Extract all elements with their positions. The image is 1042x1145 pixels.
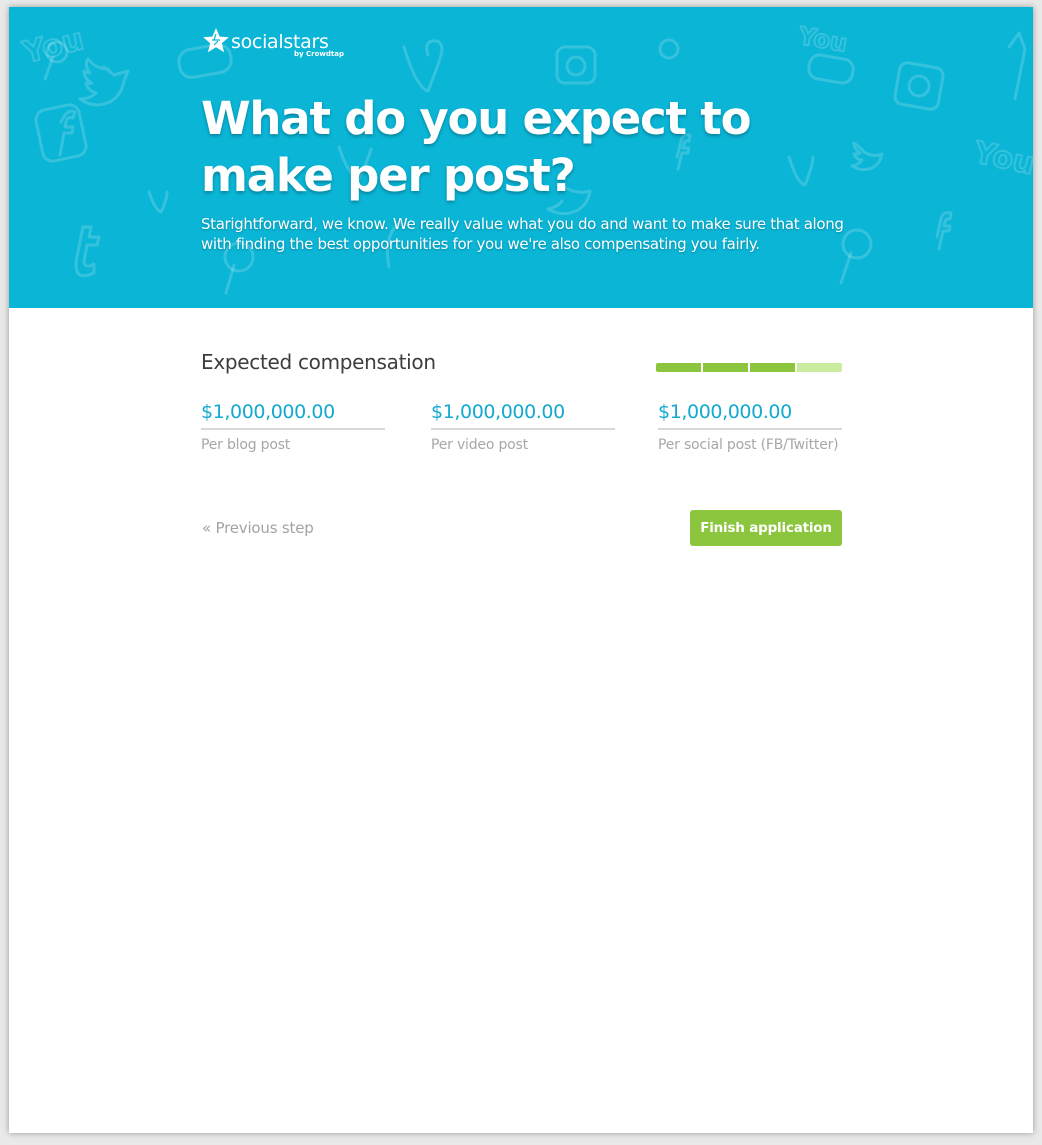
svg-text:You: You [796,22,850,58]
svg-text:You: You [970,135,1033,182]
video-post-input[interactable] [431,400,615,430]
svg-text:You: You [19,22,88,71]
social-post-label: Per social post (FB/Twitter) [658,437,839,453]
star-icon [203,28,229,53]
video-compensation-field: Per video post [431,400,615,453]
section-title: Expected compensation [201,350,436,374]
tumblr-icon [74,225,101,278]
facebook-icon [34,103,88,163]
blog-compensation-field: Per blog post [201,400,385,453]
progress-step-3 [750,363,795,372]
twitter-icon [78,57,130,107]
page-subtitle: Starightforward, we know. We really valu… [201,215,844,253]
blog-post-input[interactable] [201,400,385,430]
social-post-input[interactable] [658,400,842,430]
previous-step-link[interactable]: « Previous step [202,519,314,537]
hero-banner: You You You socialstars by Crowdtap What… [9,7,1033,308]
finish-application-button[interactable]: Finish application [690,510,842,546]
blog-post-label: Per blog post [201,437,291,453]
progress-step-2 [703,363,748,372]
progress-step-1 [656,363,701,372]
page-title: What do you expect to make per post? [201,92,752,202]
social-compensation-field: Per social post (FB/Twitter) [658,400,842,453]
progress-step-4 [797,363,842,372]
progress-bar [656,363,842,372]
browser-window: You You You socialstars by Crowdtap What… [9,7,1033,1133]
video-post-label: Per video post [431,437,528,453]
brand-byline: by Crowdtap [294,50,344,58]
